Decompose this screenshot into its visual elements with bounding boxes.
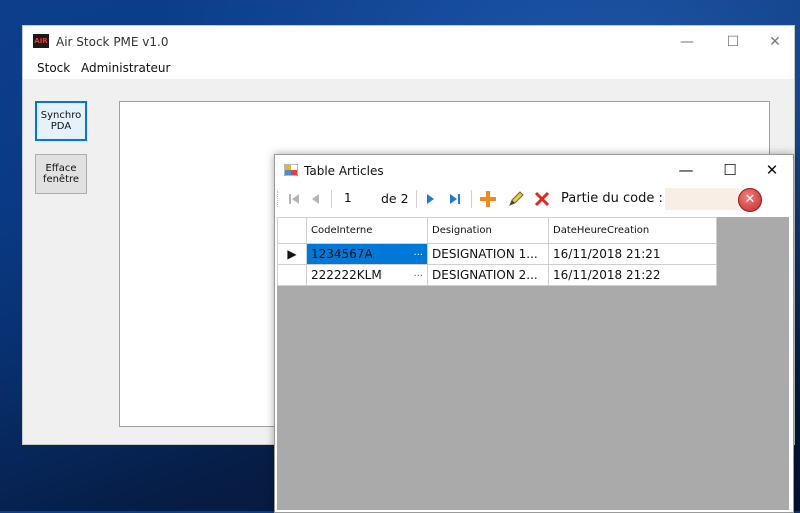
move-last-icon — [450, 194, 460, 204]
plus-icon — [480, 191, 496, 207]
child-window-title: Table Articles — [304, 164, 384, 178]
menu-administrateur[interactable]: Administrateur — [81, 61, 170, 75]
data-grid: CodeInterne Designation DateHeureCreatio… — [277, 217, 789, 510]
toolbar-grip[interactable] — [277, 191, 281, 207]
row-header-corner — [277, 217, 307, 244]
efface-label-line1: Efface — [45, 163, 77, 174]
add-new-button[interactable] — [477, 189, 499, 209]
table-articles-window: Table Articles — ☐ ✕ de 2 Par — [274, 154, 794, 513]
move-first-icon — [289, 194, 299, 204]
efface-fenetre-button[interactable]: Efface fenêtre — [35, 154, 87, 194]
toolbar-separator — [331, 190, 332, 208]
cell-date[interactable]: 16/11/2018 21:21 — [548, 243, 717, 265]
table-window-icon — [284, 164, 298, 176]
record-count-label: de 2 — [381, 191, 409, 206]
synchro-label-line2: PDA — [50, 121, 72, 132]
menubar: Stock Administrateur — [23, 59, 794, 79]
cell-designation[interactable]: DESIGNATION 2... — [427, 264, 549, 286]
move-first-button[interactable] — [285, 189, 303, 209]
pencil-icon — [509, 191, 524, 206]
search-code-label: Partie du code : — [561, 191, 663, 206]
column-header-codeinterne[interactable]: CodeInterne — [306, 217, 428, 244]
child-maximize-button[interactable]: ☐ — [719, 160, 741, 180]
current-row-indicator-icon[interactable]: ▶ — [277, 243, 307, 265]
table-row[interactable]: ▶ 1234567A... DESIGNATION 1... 16/11/201… — [277, 243, 717, 265]
column-header-dateheurecreation[interactable]: DateHeureCreation — [548, 217, 717, 244]
main-maximize-button[interactable]: ☐ — [723, 33, 743, 51]
toolbar-separator — [471, 190, 472, 208]
articles-table: CodeInterne Designation DateHeureCreatio… — [277, 217, 717, 286]
clear-search-button[interactable]: ✕ — [738, 188, 762, 212]
delete-button[interactable] — [531, 189, 553, 209]
position-input[interactable] — [341, 189, 378, 207]
main-titlebar[interactable]: AIR Air Stock PME v1.0 — ☐ ✕ — [23, 26, 794, 59]
header-row: CodeInterne Designation DateHeureCreatio… — [277, 217, 717, 244]
menu-stock[interactable]: Stock — [37, 61, 70, 75]
clear-x-icon: ✕ — [744, 192, 756, 207]
cell-code-text: 1234567A — [311, 247, 373, 261]
cell-ellipsis[interactable]: ... — [413, 247, 423, 258]
cell-code[interactable]: 1234567A... — [306, 243, 428, 265]
binding-navigator-toolbar: de 2 Partie du code : ✕ — [275, 185, 793, 213]
table-row[interactable]: 222222KLM... DESIGNATION 2... 16/11/2018… — [277, 264, 717, 286]
search-code-input[interactable] — [665, 188, 739, 210]
move-previous-button[interactable] — [307, 189, 325, 209]
move-previous-icon — [312, 194, 319, 204]
main-close-button[interactable]: ✕ — [765, 33, 785, 51]
main-window-title: Air Stock PME v1.0 — [56, 35, 169, 49]
cell-date[interactable]: 16/11/2018 21:22 — [548, 264, 717, 286]
move-last-button[interactable] — [445, 189, 465, 209]
cell-code[interactable]: 222222KLM... — [306, 264, 428, 286]
row-header[interactable] — [277, 264, 307, 286]
edit-button[interactable] — [505, 189, 527, 209]
app-logo-icon: AIR — [33, 34, 49, 48]
column-header-designation[interactable]: Designation — [427, 217, 549, 244]
move-next-button[interactable] — [421, 189, 439, 209]
main-minimize-button[interactable]: — — [677, 33, 697, 51]
cell-code-text: 222222KLM — [311, 268, 382, 282]
synchro-pda-button[interactable]: Synchro PDA — [35, 101, 87, 141]
synchro-label-line1: Synchro — [40, 110, 82, 121]
toolbar-separator — [416, 190, 417, 208]
child-close-button[interactable]: ✕ — [761, 160, 783, 180]
child-minimize-button[interactable]: — — [675, 160, 697, 180]
cell-designation[interactable]: DESIGNATION 1... — [427, 243, 549, 265]
cell-ellipsis[interactable]: ... — [413, 268, 423, 279]
efface-label-line2: fenêtre — [42, 174, 80, 185]
move-next-icon — [427, 194, 434, 204]
delete-x-icon — [534, 191, 550, 207]
child-titlebar[interactable]: Table Articles — ☐ ✕ — [275, 155, 793, 185]
